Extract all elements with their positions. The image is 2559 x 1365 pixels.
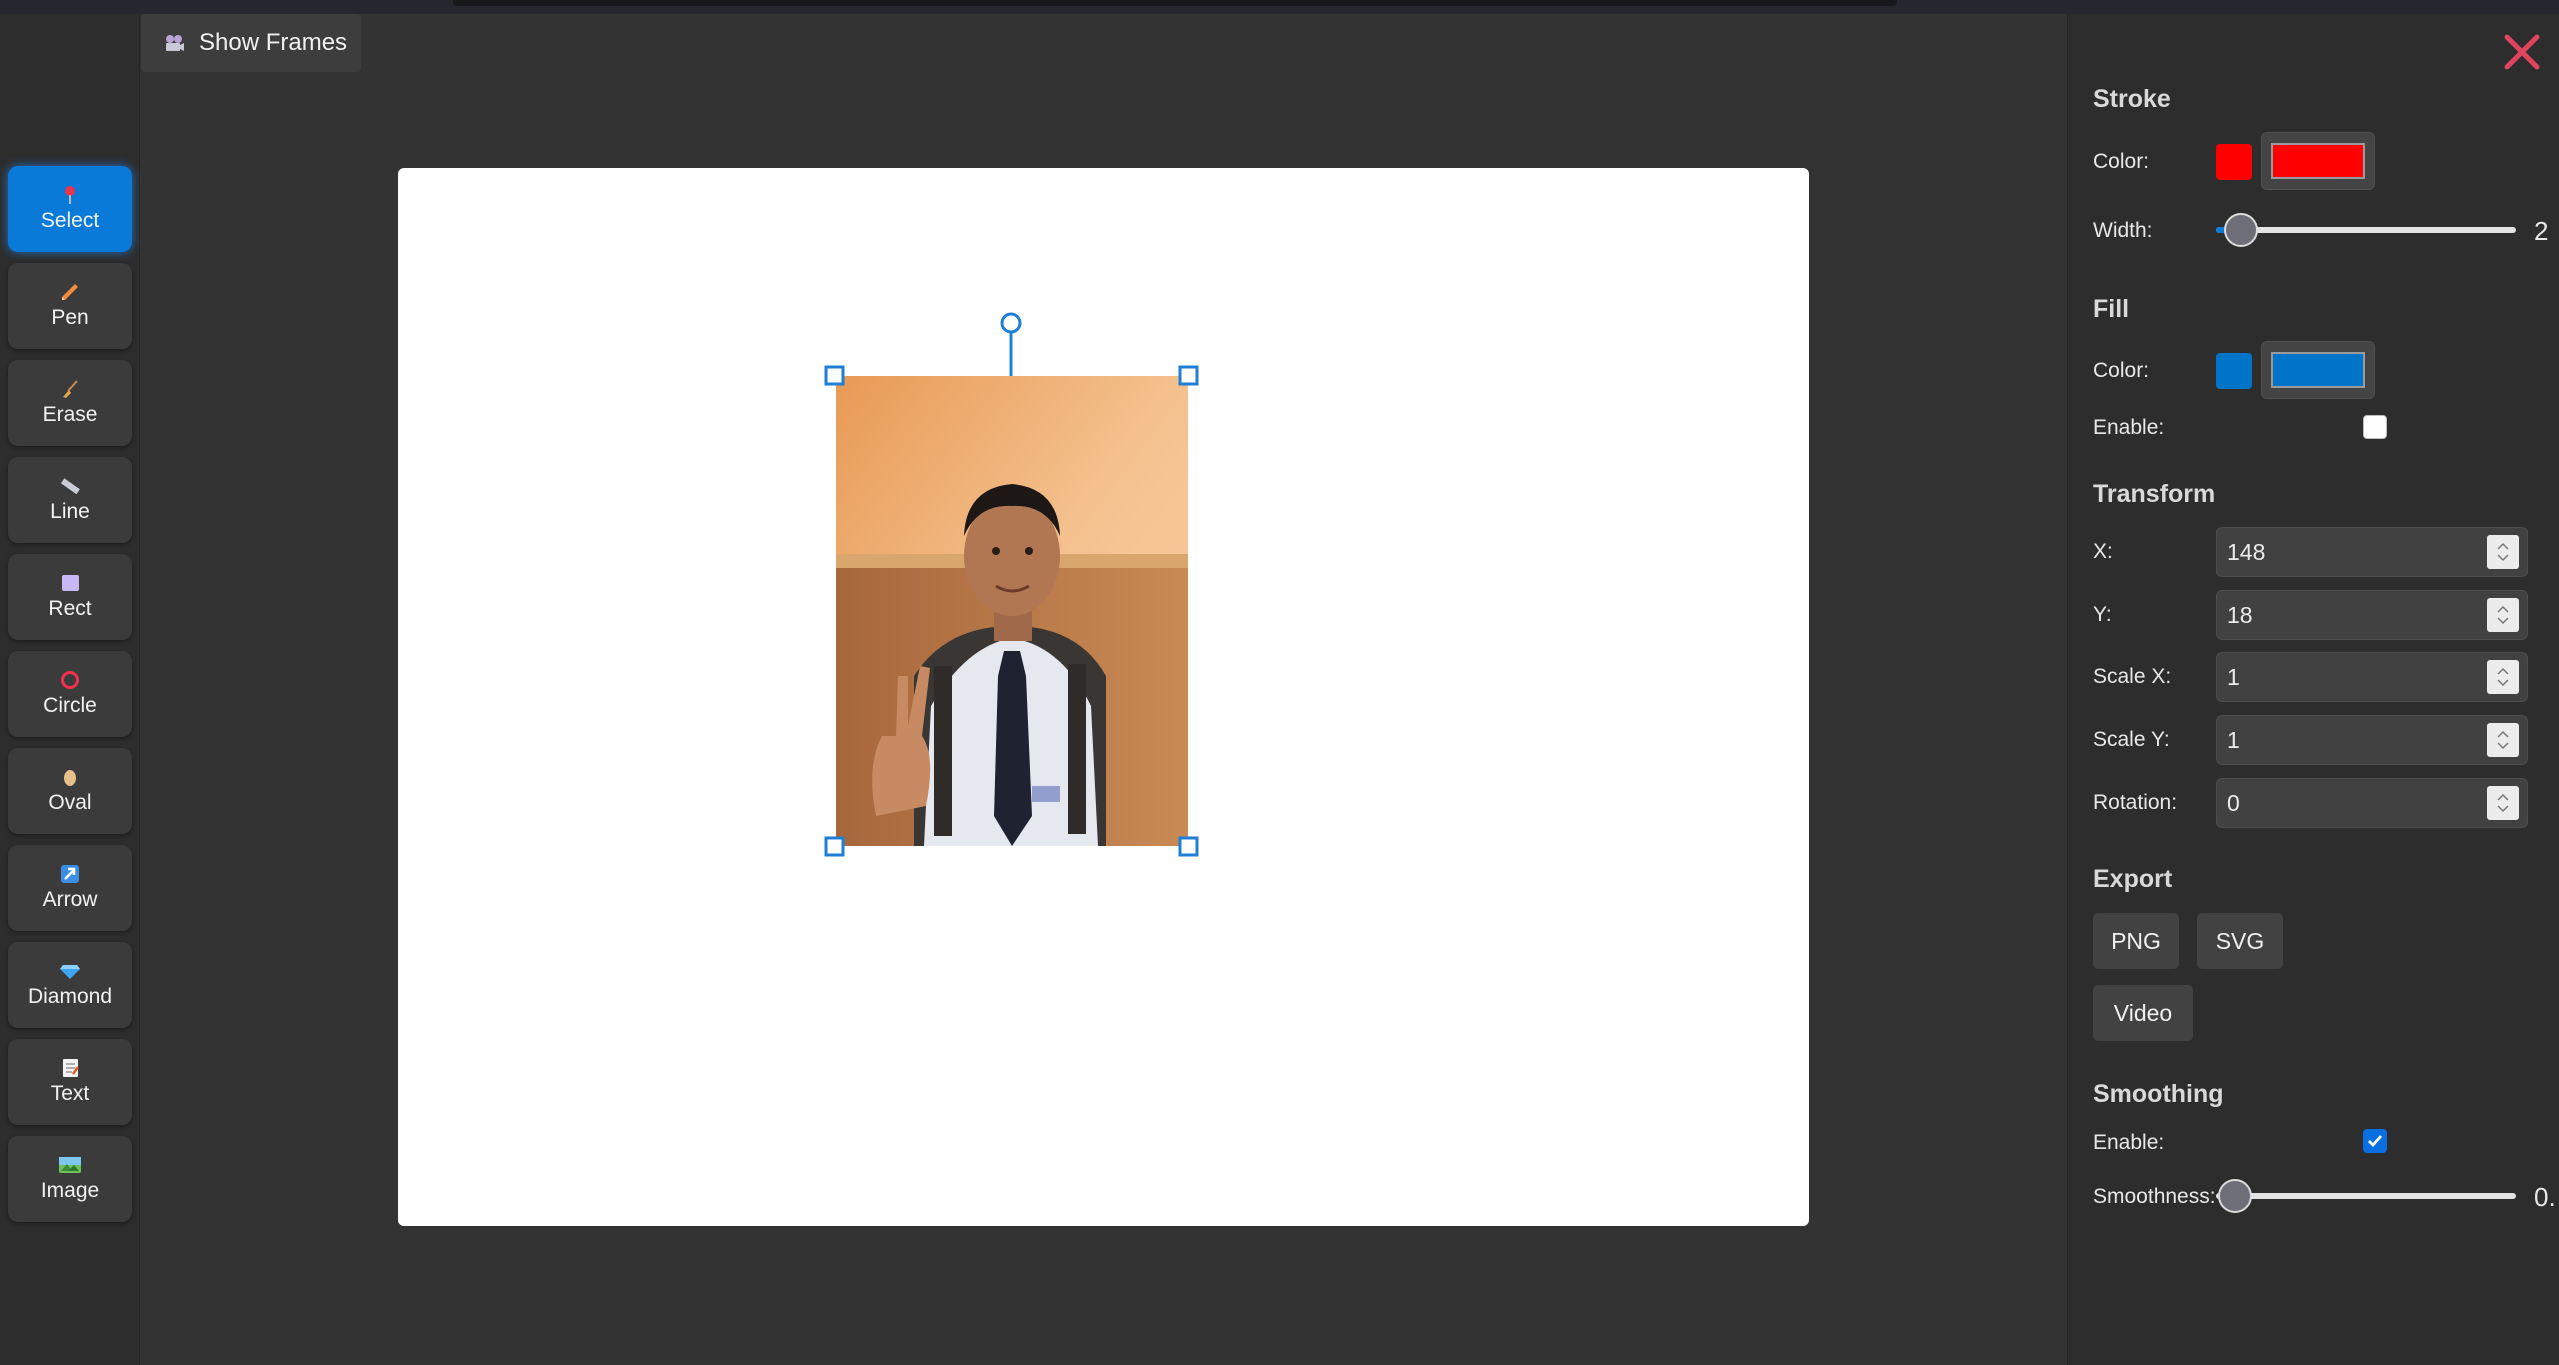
picture-icon: [58, 1155, 82, 1175]
export-png-button[interactable]: PNG: [2093, 913, 2179, 969]
stroke-section-title: Stroke: [2093, 85, 2171, 113]
stroke-width-slider[interactable]: [2216, 227, 2516, 233]
spinner-arrows-icon[interactable]: [2487, 598, 2519, 632]
window-top-bar: [0, 0, 2559, 14]
export-svg-button[interactable]: SVG: [2197, 913, 2283, 969]
transform-rotation-value: 0: [2227, 789, 2240, 816]
transform-y-value: 18: [2227, 601, 2253, 628]
transform-y-input[interactable]: 18: [2216, 590, 2528, 640]
tool-label: Arrow: [42, 888, 98, 911]
fill-enable-checkbox[interactable]: [2363, 415, 2387, 439]
spinner-arrows-icon[interactable]: [2487, 660, 2519, 694]
resize-handle-bottom-right[interactable]: [1178, 836, 1199, 857]
rotate-handle[interactable]: [1000, 312, 1022, 334]
tool-oval-button[interactable]: Oval: [8, 748, 132, 834]
fill-section-title: Fill: [2093, 295, 2130, 323]
tool-select-button[interactable]: Select: [8, 166, 132, 252]
tool-arrow-button[interactable]: Arrow: [8, 845, 132, 931]
transform-scale-x-value: 1: [2227, 663, 2240, 690]
export-video-button[interactable]: Video: [2093, 985, 2193, 1041]
tool-diamond-button[interactable]: Diamond: [8, 942, 132, 1028]
show-frames-label: Show Frames: [199, 29, 348, 56]
tool-label: Circle: [43, 694, 97, 717]
top-scrollbar[interactable]: [453, 0, 1897, 6]
tool-label: Erase: [42, 403, 98, 426]
stroke-color-picker[interactable]: [2261, 132, 2375, 190]
transform-x-input[interactable]: 148: [2216, 527, 2528, 577]
transform-section-title: Transform: [2093, 480, 2216, 508]
smoothness-slider[interactable]: [2216, 1193, 2516, 1199]
transform-x-label: X:: [2093, 540, 2113, 563]
fill-color-picker[interactable]: [2261, 341, 2375, 399]
arrow-icon: [59, 864, 81, 884]
tool-circle-button[interactable]: Circle: [8, 651, 132, 737]
fill-color-preview: [2271, 352, 2365, 388]
stroke-width-value: 2: [2534, 216, 2549, 246]
tool-image-button[interactable]: Image: [8, 1136, 132, 1222]
transform-scale-y-value: 1: [2227, 726, 2240, 753]
circle-icon: [59, 670, 81, 690]
tool-rect-button[interactable]: Rect: [8, 554, 132, 640]
spinner-arrows-icon[interactable]: [2487, 723, 2519, 757]
tool-label: Image: [40, 1179, 100, 1202]
transform-y-label: Y:: [2093, 603, 2112, 626]
stroke-width-label: Width:: [2093, 219, 2153, 242]
tool-text-button[interactable]: Text: [8, 1039, 132, 1125]
smoothness-value: 0.: [2534, 1182, 2556, 1212]
tool-label: Select: [40, 209, 100, 232]
tool-label: Pen: [51, 306, 89, 329]
spinner-arrows-icon[interactable]: [2487, 786, 2519, 820]
show-frames-button[interactable]: Show Frames: [141, 14, 361, 72]
transform-rotation-label: Rotation:: [2093, 791, 2178, 814]
tool-label: Diamond: [27, 985, 113, 1008]
tool-line-button[interactable]: Line: [8, 457, 132, 543]
tool-label: Line: [50, 500, 90, 523]
close-icon: [2504, 34, 2540, 70]
tool-label: Rect: [48, 597, 92, 620]
spinner-arrows-icon[interactable]: [2487, 535, 2519, 569]
resize-handle-top-right[interactable]: [1178, 365, 1199, 386]
transform-rotation-input[interactable]: 0: [2216, 778, 2528, 828]
selected-image[interactable]: [836, 376, 1188, 846]
square-icon: [59, 573, 81, 593]
film-projector-icon: [163, 32, 185, 54]
transform-scale-y-label: Scale Y:: [2093, 728, 2170, 751]
stroke-color-label: Color:: [2093, 150, 2150, 173]
fill-enable-label: Enable:: [2093, 416, 2165, 439]
close-button[interactable]: [2500, 30, 2544, 74]
smoothing-section-title: Smoothing: [2093, 1080, 2224, 1108]
tool-label: Text: [50, 1082, 90, 1105]
fill-color-swatch: [2216, 353, 2252, 389]
smoothing-enable-checkbox[interactable]: [2363, 1129, 2387, 1153]
tool-label: Oval: [48, 791, 92, 814]
memo-icon: [59, 1058, 81, 1078]
smoothness-label: Smoothness:: [2093, 1185, 2216, 1208]
broom-icon: [59, 379, 81, 399]
transform-x-value: 148: [2227, 538, 2266, 565]
transform-scale-x-label: Scale X:: [2093, 665, 2172, 688]
stroke-color-swatch: [2216, 144, 2252, 180]
transform-scale-y-input[interactable]: 1: [2216, 715, 2528, 765]
egg-icon: [59, 767, 81, 787]
smoothing-enable-label: Enable:: [2093, 1131, 2165, 1154]
pencil-icon: [59, 282, 81, 302]
fill-color-label: Color:: [2093, 359, 2150, 382]
smoothness-slider-thumb[interactable]: [2218, 1179, 2252, 1213]
tool-erase-button[interactable]: Erase: [8, 360, 132, 446]
stroke-color-preview: [2271, 143, 2365, 179]
checkmark-icon: [2368, 1135, 2383, 1148]
diamond-icon: [59, 961, 81, 981]
transform-scale-x-input[interactable]: 1: [2216, 652, 2528, 702]
export-section-title: Export: [2093, 865, 2173, 893]
resize-handle-top-left[interactable]: [824, 365, 845, 386]
ruler-icon: [59, 476, 81, 496]
pushpin-icon: [62, 185, 78, 205]
tool-pen-button[interactable]: Pen: [8, 263, 132, 349]
stroke-width-slider-thumb[interactable]: [2224, 213, 2258, 247]
resize-handle-bottom-left[interactable]: [824, 836, 845, 857]
